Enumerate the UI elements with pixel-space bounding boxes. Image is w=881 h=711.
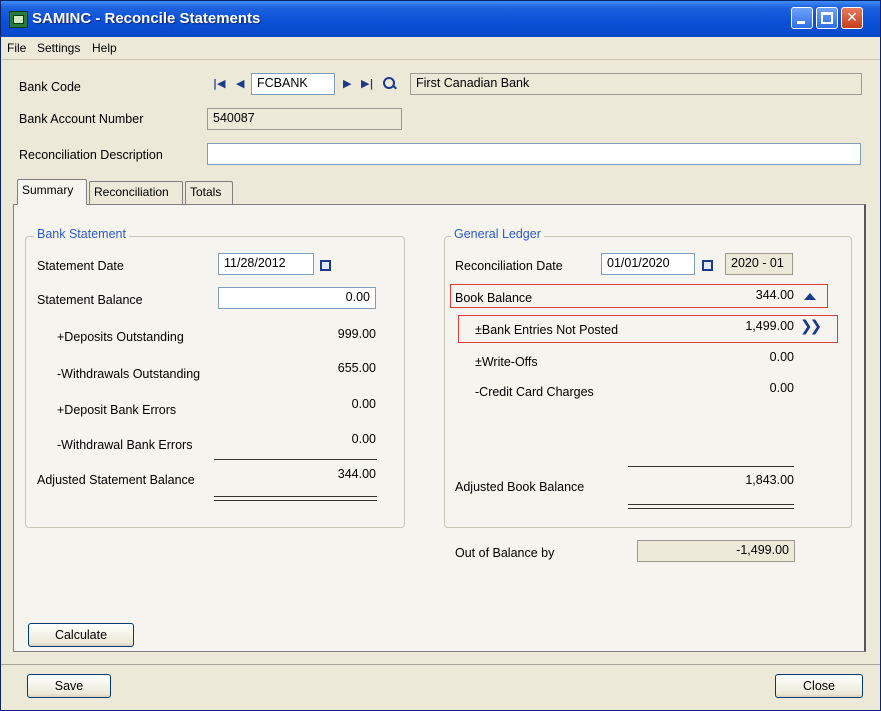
subtotal-line [628, 466, 794, 467]
last-record-icon[interactable]: | [361, 77, 374, 90]
out-of-balance-field: -1,499.00 [637, 540, 795, 562]
drilldown-icon[interactable]: ❯❯ [800, 317, 822, 335]
withdrawals-outstanding-value: 655.00 [337, 361, 376, 375]
tab-totals[interactable]: Totals [185, 181, 233, 204]
general-ledger-title: General Ledger [451, 227, 544, 241]
book-balance-label: Book Balance [455, 291, 533, 305]
withdrawal-bank-errors-label: -Withdrawal Bank Errors [57, 438, 193, 452]
close-icon: ✕ [846, 10, 858, 26]
close-button[interactable]: Close [775, 674, 863, 698]
previous-record-icon[interactable] [236, 77, 244, 90]
deposit-bank-errors-value: 0.00 [351, 397, 376, 411]
deposit-bank-errors-label: +Deposit Bank Errors [57, 403, 177, 417]
statement-balance-input[interactable]: 0.00 [218, 287, 376, 309]
reconciliation-date-label: Reconciliation Date [455, 259, 563, 273]
tab-reconciliation[interactable]: Reconciliation [89, 181, 183, 204]
menu-file[interactable]: File [7, 41, 26, 55]
description-input[interactable] [207, 143, 861, 165]
adjusted-book-balance-value: 1,843.00 [745, 473, 794, 487]
account-number-field: 540087 [207, 108, 402, 130]
description-label: Reconciliation Description [19, 148, 163, 162]
menu-help[interactable]: Help [92, 41, 117, 55]
window-title: SAMINC - Reconcile Statements [32, 10, 261, 27]
minimize-icon [797, 21, 805, 24]
subtotal-line [214, 459, 377, 460]
summary-panel: Bank Statement Statement Date 11/28/2012… [13, 204, 866, 652]
credit-card-charges-value: 0.00 [769, 381, 794, 395]
reconcile-statements-window: SAMINC - Reconcile Statements ✕ File Set… [0, 0, 881, 711]
fiscal-period-field[interactable]: 2020 - 01 [725, 253, 793, 275]
adjusted-book-balance-label: Adjusted Book Balance [455, 480, 585, 494]
calculate-button[interactable]: Calculate [28, 623, 134, 647]
total-double-line [628, 504, 794, 509]
credit-card-charges-label: -Credit Card Charges [475, 385, 594, 399]
app-icon [9, 11, 28, 28]
maximize-icon [821, 12, 833, 24]
bank-entries-label: ±Bank Entries Not Posted [475, 323, 619, 337]
adjusted-statement-balance-value: 344.00 [337, 467, 376, 481]
book-balance-value: 344.00 [755, 288, 794, 302]
statement-balance-label: Statement Balance [37, 293, 143, 307]
write-offs-label: ±Write-Offs [475, 355, 538, 369]
minimize-button[interactable] [791, 7, 813, 29]
statement-date-input[interactable]: 11/28/2012 [218, 253, 314, 275]
next-record-icon[interactable] [343, 77, 351, 90]
footer-separator [1, 664, 880, 665]
account-number-label: Bank Account Number [19, 112, 144, 126]
statement-date-label: Statement Date [37, 259, 124, 273]
menu-settings[interactable]: Settings [37, 41, 80, 55]
bank-entries-value: 1,499.00 [745, 319, 794, 333]
first-record-icon[interactable]: | [213, 77, 226, 90]
close-window-button[interactable]: ✕ [841, 7, 863, 29]
menu-bar: File Settings Help [1, 37, 880, 60]
reconciliation-date-input[interactable]: 01/01/2020 [601, 253, 695, 275]
write-offs-value: 0.00 [769, 350, 794, 364]
collapse-up-icon[interactable] [804, 293, 816, 300]
bank-name-field: First Canadian Bank [410, 73, 862, 95]
adjusted-statement-balance-label: Adjusted Statement Balance [37, 473, 195, 487]
bank-code-label: Bank Code [19, 80, 81, 94]
withdrawals-outstanding-label: -Withdrawals Outstanding [57, 367, 201, 381]
calendar-icon[interactable] [702, 260, 713, 271]
deposits-outstanding-value: 999.00 [337, 327, 376, 341]
withdrawal-bank-errors-value: 0.00 [351, 432, 376, 446]
calendar-icon[interactable] [320, 260, 331, 271]
deposits-outstanding-label: +Deposits Outstanding [57, 330, 184, 344]
bank-code-input[interactable]: FCBANK [251, 73, 335, 95]
bank-statement-title: Bank Statement [34, 227, 129, 241]
out-of-balance-label: Out of Balance by [455, 546, 555, 560]
total-double-line [214, 496, 377, 501]
tab-summary[interactable]: Summary [17, 179, 87, 205]
title-bar[interactable]: SAMINC - Reconcile Statements ✕ [1, 1, 880, 37]
search-icon[interactable] [383, 77, 395, 89]
save-button[interactable]: Save [27, 674, 111, 698]
maximize-button[interactable] [816, 7, 838, 29]
